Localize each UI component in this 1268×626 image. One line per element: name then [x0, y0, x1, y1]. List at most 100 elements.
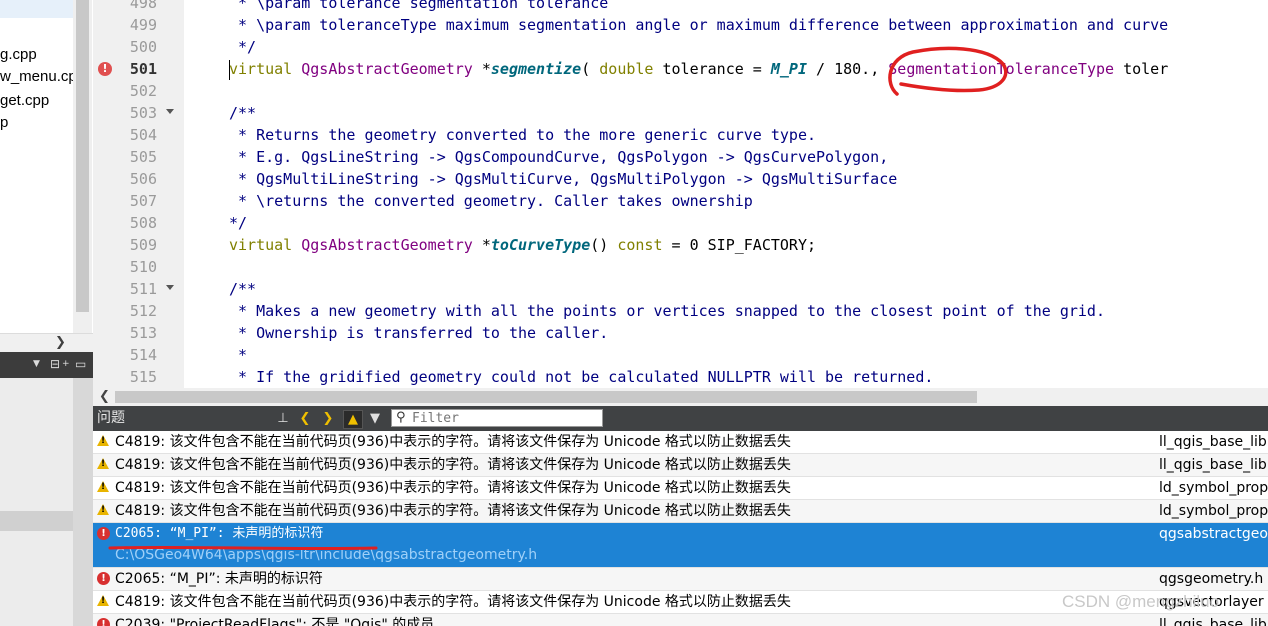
- editor-horizontal-scrollbar[interactable]: ❮: [93, 388, 1268, 406]
- scrollbar-thumb[interactable]: [115, 391, 977, 403]
- issue-message: C2065: “M_PI”: 未声明的标识符: [115, 571, 323, 587]
- tree-file-item[interactable]: get.cpp: [0, 92, 49, 109]
- code-text[interactable]: * \returns the converted geometry. Calle…: [229, 190, 753, 212]
- warning-icon: [97, 458, 110, 471]
- issue-source-file: ld_symbol_prop: [1159, 503, 1268, 519]
- watermark: CSDN @mengzhiluo: [1062, 592, 1220, 611]
- issues-toolbar: 问题 ⊥ ❮ ❯ ▲ ▼ ⚲: [93, 406, 1268, 431]
- code-line[interactable]: 505 * E.g. QgsLineString -> QgsCompoundC…: [93, 146, 1268, 168]
- code-text[interactable]: * Makes a new geometry with all the poin…: [229, 300, 1105, 322]
- line-number: 504: [129, 126, 157, 144]
- prev-issue-icon[interactable]: ❮: [297, 410, 313, 427]
- issues-panel-title: 问题: [97, 410, 125, 426]
- fold-arrow-icon[interactable]: [166, 109, 174, 114]
- code-line[interactable]: 499 * \param toleranceType maximum segme…: [93, 14, 1268, 36]
- line-number: 510: [129, 258, 157, 276]
- fold-arrow-icon[interactable]: [166, 285, 174, 290]
- warning-icon: [97, 481, 110, 494]
- code-text[interactable]: *: [229, 344, 247, 366]
- text-caret: [229, 60, 230, 80]
- line-number: 505: [129, 148, 157, 166]
- code-text[interactable]: virtual QgsAbstractGeometry *segmentize(…: [229, 58, 1168, 80]
- issue-source-file: qgsgeometry.h: [1159, 571, 1264, 587]
- left-lower-panel: [0, 378, 93, 626]
- error-marker-icon[interactable]: !: [98, 62, 112, 76]
- code-line[interactable]: 502: [93, 80, 1268, 102]
- issue-row[interactable]: C4819: 该文件包含不能在当前代码页(936)中表示的字符。请将该文件保存为…: [93, 454, 1268, 477]
- dropdown-arrow-icon[interactable]: ▼: [33, 356, 40, 372]
- clean-icon[interactable]: ⊥: [275, 410, 291, 427]
- scroll-right-icon[interactable]: ❯: [55, 334, 66, 352]
- tree-file-item[interactable]: g.cpp: [0, 46, 37, 63]
- code-line[interactable]: 510: [93, 256, 1268, 278]
- code-line[interactable]: 509 virtual QgsAbstractGeometry *toCurveT…: [93, 234, 1268, 256]
- code-text[interactable]: * E.g. QgsLineString -> QgsCompoundCurve…: [229, 146, 888, 168]
- code-text[interactable]: * QgsMultiLineString -> QgsMultiCurve, Q…: [229, 168, 897, 190]
- issue-message: C2065: “M_PI”: 未声明的标识符: [115, 526, 324, 541]
- line-number: 509: [129, 236, 157, 254]
- issue-row-selected[interactable]: ! C2065: “M_PI”: 未声明的标识符 C:\OSGeo4W64\apps…: [93, 523, 1268, 568]
- code-line[interactable]: 513 * Ownership is transferred to the ca…: [93, 322, 1268, 344]
- split-icon[interactable]: ⊟: [50, 356, 60, 372]
- code-line[interactable]: 514 *: [93, 344, 1268, 366]
- issue-row[interactable]: C4819: 该文件包含不能在当前代码页(936)中表示的字符。请将该文件保存为…: [93, 431, 1268, 454]
- code-text[interactable]: */: [229, 212, 247, 234]
- filter-funnel-icon[interactable]: ▼: [367, 410, 383, 427]
- issue-source-file: ll_qgis_base_lib: [1159, 457, 1267, 473]
- line-number: 513: [129, 324, 157, 342]
- code-line[interactable]: 498 * \param tolerance segmentation tole…: [93, 0, 1268, 14]
- line-number: 512: [129, 302, 157, 320]
- issue-message: C4819: 该文件包含不能在当前代码页(936)中表示的字符。请将该文件保存为…: [115, 503, 791, 519]
- code-text[interactable]: * \param toleranceType maximum segmentat…: [229, 14, 1168, 36]
- issue-source-file: ll_qgis_base_lib: [1159, 617, 1267, 626]
- tree-horizontal-scrollbar[interactable]: ❯: [0, 333, 93, 353]
- issue-row[interactable]: C4819: 该文件包含不能在当前代码页(936)中表示的字符。请将该文件保存为…: [93, 500, 1268, 523]
- next-issue-icon[interactable]: ❯: [320, 410, 336, 427]
- warning-filter-icon[interactable]: ▲: [343, 410, 363, 429]
- code-text[interactable]: /**: [229, 278, 256, 300]
- tree-selection-highlight: [0, 0, 73, 18]
- scrollbar-thumb[interactable]: [76, 0, 89, 312]
- code-line[interactable]: 501! virtual QgsAbstractGeometry *segment…: [93, 58, 1268, 80]
- tree-file-item[interactable]: w_menu.cp: [0, 68, 77, 85]
- code-line[interactable]: 515 * If the gridified geometry could no…: [93, 366, 1268, 388]
- code-text[interactable]: virtual QgsAbstractGeometry *toCurveType…: [229, 234, 816, 256]
- line-number: 508: [129, 214, 157, 232]
- code-text[interactable]: /**: [229, 102, 256, 124]
- issue-message: C4819: 该文件包含不能在当前代码页(936)中表示的字符。请将该文件保存为…: [115, 434, 791, 450]
- code-line[interactable]: 500 */: [93, 36, 1268, 58]
- line-number: 514: [129, 346, 157, 364]
- issue-row[interactable]: ! C2039: "ProjectReadFlags": 不是 "Qgis" 的成…: [93, 614, 1268, 626]
- code-line[interactable]: 512 * Makes a new geometry with all the …: [93, 300, 1268, 322]
- warning-icon: [97, 435, 110, 448]
- filter-input-box[interactable]: ⚲: [391, 409, 603, 427]
- issue-source-file: ld_symbol_prop: [1159, 480, 1268, 496]
- warning-icon: [97, 504, 110, 517]
- issue-row[interactable]: C4819: 该文件包含不能在当前代码页(936)中表示的字符。请将该文件保存为…: [93, 477, 1268, 500]
- code-line[interactable]: 503 /**: [93, 102, 1268, 124]
- panel-scrollbar[interactable]: [73, 378, 93, 626]
- scroll-left-icon[interactable]: ❮: [99, 388, 110, 406]
- issue-source-file: qgsabstractgeo: [1159, 526, 1268, 542]
- issue-row[interactable]: ! C2065: “M_PI”: 未声明的标识符 qgsgeometry.h: [93, 568, 1268, 591]
- code-text[interactable]: * Returns the geometry converted to the …: [229, 124, 816, 146]
- tree-file-item[interactable]: p: [0, 114, 8, 131]
- close-icon[interactable]: ▭: [75, 356, 86, 372]
- code-text[interactable]: */: [229, 36, 256, 58]
- code-text[interactable]: * If the gridified geometry could not be…: [229, 366, 933, 388]
- tree-vertical-scrollbar[interactable]: [73, 0, 92, 335]
- code-editor[interactable]: 498 * \param tolerance segmentation tole…: [93, 0, 1268, 388]
- error-icon: !: [97, 618, 110, 626]
- line-number: 502: [129, 82, 157, 100]
- code-line[interactable]: 507 * \returns the converted geometry. C…: [93, 190, 1268, 212]
- code-text[interactable]: * Ownership is transferred to the caller…: [229, 322, 608, 344]
- issue-message: C2039: "ProjectReadFlags": 不是 "Qgis" 的成员: [115, 617, 435, 626]
- code-line[interactable]: 511 /**: [93, 278, 1268, 300]
- line-number: 507: [129, 192, 157, 210]
- code-line[interactable]: 508 */: [93, 212, 1268, 234]
- code-line[interactable]: 506 * QgsMultiLineString -> QgsMultiCurv…: [93, 168, 1268, 190]
- code-text[interactable]: * \param tolerance segmentation toleranc…: [229, 0, 608, 14]
- menu-icon[interactable]: +: [62, 356, 70, 372]
- code-line[interactable]: 504 * Returns the geometry converted to …: [93, 124, 1268, 146]
- filter-input[interactable]: [412, 410, 598, 426]
